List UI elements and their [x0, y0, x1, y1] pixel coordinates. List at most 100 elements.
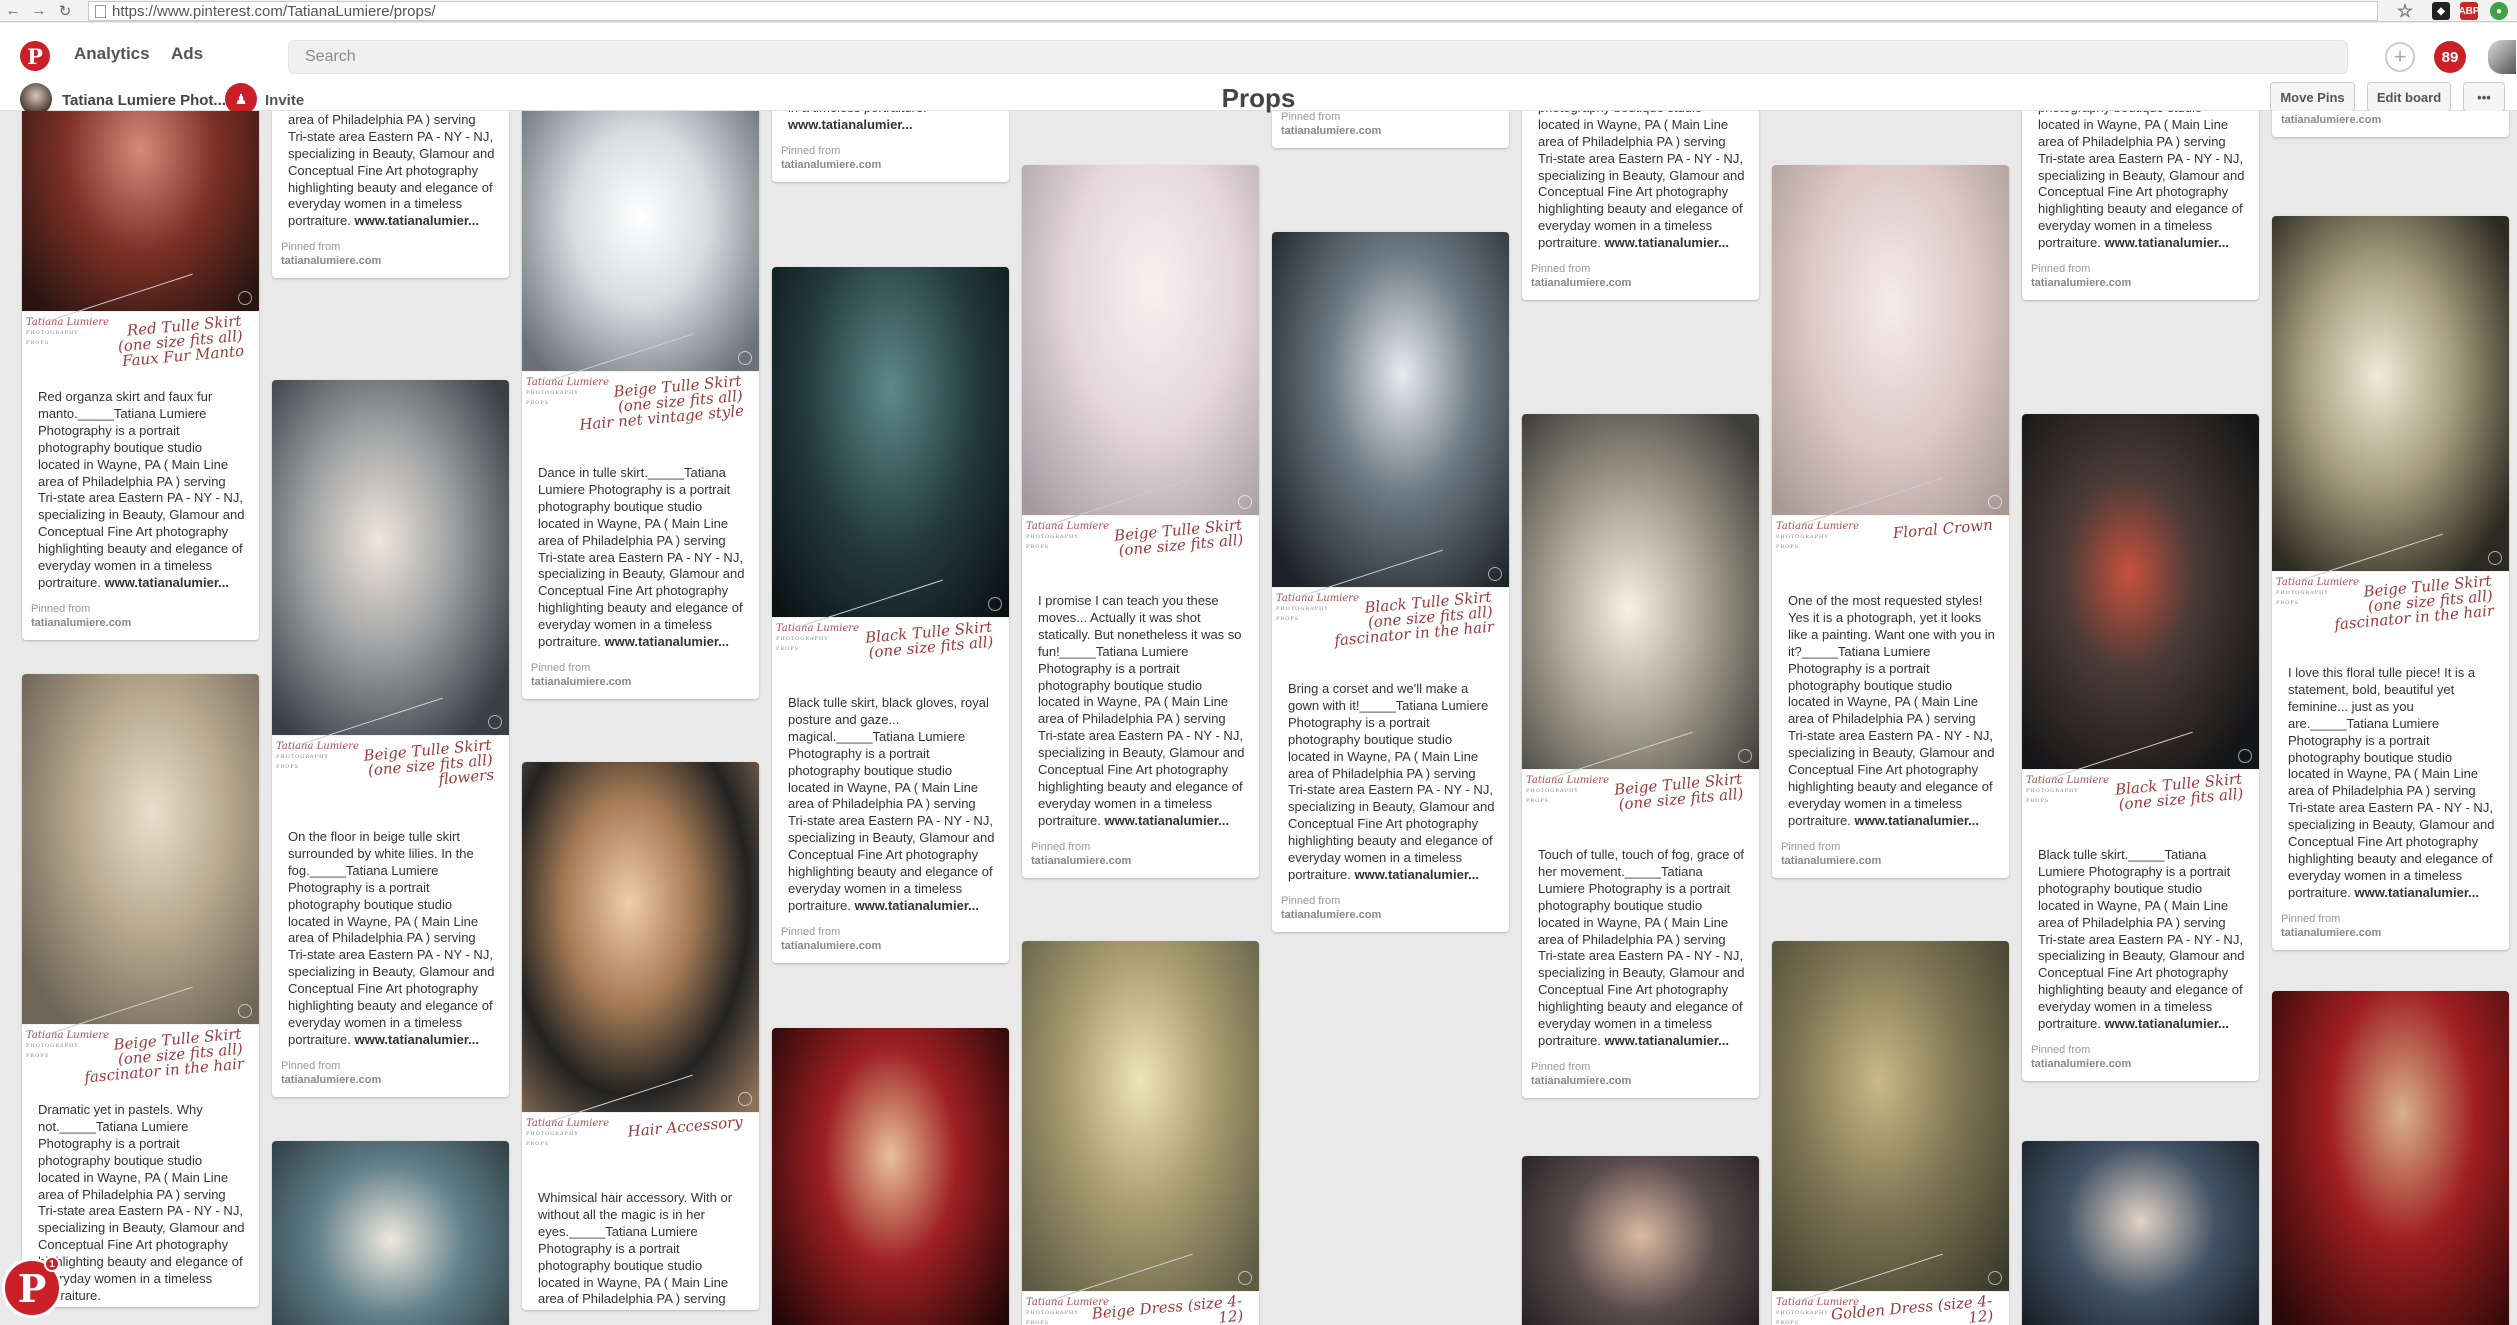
pin-card[interactable]: Tatiana Lumiere PHOTOGRAPHY PROPS Black Tul… [772, 267, 1009, 963]
pin-image[interactable] [1022, 165, 1259, 515]
pin-source-link[interactable]: tatianalumiere.com [1281, 908, 1501, 922]
edit-board-button[interactable]: Edit board [2367, 82, 2451, 112]
pin-more-link[interactable]: www.tatianalumier... [1855, 813, 1980, 828]
pin-card[interactable]: Tatiana Lumiere PHOTOGRAPHY PROPS Beige Tul… [2272, 216, 2509, 950]
pin-more-link[interactable]: www.tatianalumier... [1605, 1033, 1730, 1048]
pin-source-link[interactable]: tatianalumiere.com [281, 254, 501, 268]
pin-image-red-tulle[interactable] [2272, 991, 2509, 1325]
pin-image[interactable] [2022, 414, 2259, 769]
pin-more-link[interactable]: www.tatianalumier... [2105, 235, 2230, 250]
pin-source-link[interactable]: tatianalumiere.com [2281, 926, 2501, 940]
pin-source: Pinned fromtatianalumiere.com [1522, 1052, 1759, 1098]
extension-icon[interactable]: ● [2490, 2, 2508, 20]
more-options-button[interactable]: ••• [2463, 82, 2505, 112]
pin-more-link[interactable]: www.tatianalumier... [355, 1032, 480, 1047]
pin-image[interactable] [1522, 414, 1759, 769]
pin-description: Touch of tulle, touch of fog, grace of h… [1522, 835, 1759, 1052]
pin-source-link[interactable]: tatianalumiere.com [1031, 854, 1251, 868]
pin-card[interactable]: Tatiana Lumiere PHOTOGRAPHY PROPS Beige Tul… [272, 380, 509, 1097]
pin-card[interactable]: Tatiana Lumiere PHOTOGRAPHY PROPS Black Tul… [1272, 232, 1509, 932]
pin-source-link[interactable]: tatianalumiere.com [2031, 1057, 2251, 1071]
pin-image[interactable] [22, 111, 259, 311]
pin-prop-label: Tatiana Lumiere PHOTOGRAPHY PROPS Beige Tul… [522, 333, 759, 453]
pin-more-link[interactable]: www.tatianalumier... [1105, 813, 1230, 828]
pin-image-red-dress[interactable] [772, 1028, 1009, 1325]
pin-more-link[interactable]: www.tatianalumier... [1355, 867, 1480, 882]
pin-image-corset[interactable] [1522, 1156, 1759, 1325]
pin-card[interactable]: Tatiana Lumiere PHOTOGRAPHY PROPS Floral Cr… [1772, 165, 2009, 878]
ads-link[interactable]: Ads [171, 44, 203, 64]
pin-card[interactable]: located in Wayne, PA ( Main Line area of… [272, 111, 509, 279]
pin-description: Photography is a portrait photography bo… [2022, 111, 2259, 254]
pin-description: located in Wayne, PA ( Main Line area of… [272, 111, 509, 232]
pin-card[interactable]: Tatiana Lumiere PHOTOGRAPHY PROPS Hair Acce… [522, 762, 759, 1311]
pin-source-link[interactable]: tatianalumiere.com [2031, 276, 2251, 290]
pin-source-link[interactable]: tatianalumiere.com [1531, 1074, 1751, 1088]
pin-image[interactable] [1022, 941, 1259, 1291]
pin-card[interactable]: Tatiana Lumiere PHOTOGRAPHY PROPS Golden Dr… [1772, 941, 2009, 1325]
pin-image-blonde-corset[interactable] [2022, 1141, 2259, 1325]
pin-image[interactable] [22, 674, 259, 1024]
adblock-icon[interactable]: ABP [2458, 2, 2480, 20]
pin-more-link[interactable]: www.tatianalumier... [355, 213, 480, 228]
pin-card[interactable]: Tatiana Lumiere PHOTOGRAPHY PROPS Beige Tul… [522, 111, 759, 699]
pin-source-link[interactable]: tatianalumiere.com [781, 158, 1001, 172]
forward-icon[interactable]: → [26, 0, 52, 22]
pin-card[interactable] [2272, 991, 2509, 1325]
pin-card[interactable]: Tatiana Lumiere PHOTOGRAPHY PROPS Beige Tul… [22, 674, 259, 1307]
pin-image[interactable] [522, 111, 759, 371]
search-input[interactable]: Search [288, 40, 2348, 74]
notifications-badge[interactable]: 89 [2434, 41, 2466, 73]
pin-card[interactable]: Tatiana Lumiere PHOTOGRAPHY PROPS Black Tul… [2022, 414, 2259, 1081]
pin-card[interactable] [772, 1028, 1009, 1325]
pin-card[interactable]: Tatiana Lumiere PHOTOGRAPHY PROPS Beige Dre… [1022, 941, 1259, 1325]
pin-source: Pinned fromtatianalumiere.com [1022, 832, 1259, 878]
pin-image[interactable] [1772, 941, 2009, 1291]
pin-card[interactable] [272, 1141, 509, 1325]
pin-image[interactable] [522, 762, 759, 1112]
pin-card[interactable]: Tatiana Lumiere PHOTOGRAPHY PROPS Beige Tul… [1022, 165, 1259, 878]
pin-more-link[interactable]: www.tatianalumier... [105, 575, 230, 590]
user-avatar[interactable] [2488, 40, 2516, 74]
pin-card[interactable]: www.tatianalumier...Pinned fromtatianalu… [1272, 111, 1509, 148]
pin-more-link[interactable]: www.tatianalumier... [2105, 1016, 2230, 1031]
pin-card[interactable]: Tatiana Lumiere PHOTOGRAPHY PROPS Red Tulle… [22, 111, 259, 640]
pin-image[interactable] [272, 380, 509, 735]
pin-source-link[interactable]: tatianalumiere.com [2281, 113, 2501, 127]
pin-more-link[interactable]: www.tatianalumier... [2355, 885, 2480, 900]
pin-card[interactable]: Photography is a portrait photography bo… [2022, 111, 2259, 301]
pin-source-link[interactable]: tatianalumiere.com [1281, 124, 1501, 138]
star-icon[interactable]: ☆ [2396, 1, 2414, 21]
pin-card[interactable]: Photography is a portrait photography bo… [1522, 111, 1759, 301]
pin-source-link[interactable]: tatianalumiere.com [781, 939, 1001, 953]
pin-image[interactable] [2272, 216, 2509, 571]
pin-card[interactable]: Pinned fromtatianalumiere.com [2272, 111, 2509, 137]
pin-source-link[interactable]: tatianalumiere.com [31, 616, 251, 630]
pin-source-link[interactable]: tatianalumiere.com [1531, 276, 1751, 290]
plus-icon[interactable]: + [2385, 42, 2415, 72]
move-pins-button[interactable]: Move Pins [2270, 82, 2355, 112]
pin-more-link[interactable]: www.tatianalumier... [1605, 235, 1730, 250]
pin-image[interactable] [772, 267, 1009, 617]
pin-source-link[interactable]: tatianalumiere.com [531, 675, 751, 689]
analytics-link[interactable]: Analytics [74, 44, 150, 64]
pin-more-link[interactable]: www.tatianalumier... [788, 117, 913, 132]
address-bar[interactable]: https://www.pinterest.com/TatianaLumiere… [88, 1, 2378, 21]
pin-card[interactable] [1522, 1156, 1759, 1325]
pin-image-floral-portrait[interactable] [272, 1141, 509, 1325]
shield-extension-icon[interactable]: ◆ [2432, 2, 2450, 20]
pin-prop-label: Tatiana Lumiere PHOTOGRAPHY PROPS Beige Tul… [1522, 731, 1759, 835]
pin-more-link[interactable]: www.tatianalumier... [605, 634, 730, 649]
pinterest-logo-icon[interactable]: P [20, 41, 50, 71]
reload-icon[interactable]: ↻ [52, 0, 78, 22]
pin-card[interactable] [2022, 1141, 2259, 1325]
pinned-from-label: Pinned from [31, 602, 91, 615]
pin-image[interactable] [1272, 232, 1509, 587]
back-icon[interactable]: ← [0, 0, 26, 22]
pin-card[interactable]: and elegance of everyday women in a time… [772, 111, 1009, 182]
pin-image[interactable] [1772, 165, 2009, 515]
pin-card[interactable]: Tatiana Lumiere PHOTOGRAPHY PROPS Beige Tul… [1522, 414, 1759, 1098]
pin-more-link[interactable]: www.tatianalumier... [855, 898, 980, 913]
pin-source-link[interactable]: tatianalumiere.com [281, 1073, 501, 1087]
pin-source-link[interactable]: tatianalumiere.com [1781, 854, 2001, 868]
